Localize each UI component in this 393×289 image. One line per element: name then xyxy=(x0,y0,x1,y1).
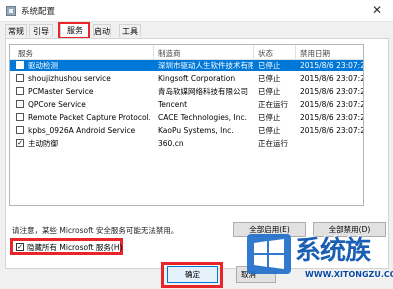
row-checkbox[interactable]: ✓ xyxy=(16,139,24,147)
row-manufacturer: 深圳市驱动人生软件技术有限... xyxy=(158,61,253,70)
row-service: kpbs_0926A Android Service xyxy=(28,126,136,135)
window-title: 系统配置 xyxy=(21,7,56,17)
row-status: 正在运行 xyxy=(258,100,288,109)
list-header: 服务 制造商 状态 禁用日期 xyxy=(10,45,363,60)
table-row[interactable]: PCMaster Service 青岛软媒网络科技有限公司 已停止 2015/8/6 … xyxy=(10,86,363,97)
row-service: 驱动检测 xyxy=(28,61,58,70)
hide-microsoft-services-highlight: ✓ 隐藏所有 Microsoft 服务(H) xyxy=(10,238,123,255)
row-service: shoujizhushou service xyxy=(28,74,111,83)
row-checkbox[interactable] xyxy=(16,100,24,108)
tab-startup[interactable]: 启动 xyxy=(93,24,111,37)
row-checkbox[interactable] xyxy=(16,126,24,134)
watermark-name: 系统族 xyxy=(295,236,371,266)
row-manufacturer: Tencent xyxy=(158,100,188,109)
row-service: QPCore Service xyxy=(28,100,86,109)
row-date: 2015/8/6 23:07:22 xyxy=(300,113,364,122)
tab-boot[interactable]: 引导 xyxy=(29,24,53,37)
table-row[interactable]: Remote Packet Capture Protocol... CACE Te… xyxy=(10,112,363,123)
row-manufacturer: 青岛软媒网络科技有限公司 xyxy=(158,87,248,96)
title-bar: 系统配置 ✕ xyxy=(0,0,393,22)
row-date: 2015/8/6 23:07:22 xyxy=(300,74,364,83)
column-service[interactable]: 服务 xyxy=(18,48,33,59)
table-row[interactable]: 驱动检测 深圳市驱动人生软件技术有限... 已停止 2015/8/6 23:07:22 xyxy=(10,60,363,71)
column-disabled-date[interactable]: 禁用日期 xyxy=(300,48,330,59)
row-status: 已停止 xyxy=(258,74,281,83)
tab-tools[interactable]: 工具 xyxy=(119,24,141,37)
watermark: 系统族 WWW.XITONGZU.COM xyxy=(247,230,393,289)
row-status: 已停止 xyxy=(258,87,281,96)
row-manufacturer: KaoPu Systems, Inc. xyxy=(158,126,234,135)
row-manufacturer: Kingsoft Corporation xyxy=(158,74,236,83)
row-service: 主动防御 xyxy=(28,139,58,148)
row-service: Remote Packet Capture Protocol... xyxy=(28,113,150,122)
services-tab-highlight xyxy=(58,22,90,39)
services-list[interactable]: 服务 制造商 状态 禁用日期 驱动检测 深圳市驱动人生软件技术有限... 已停止 20… xyxy=(9,44,364,206)
table-row[interactable]: kpbs_0926A Android Service KaoPu Systems,… xyxy=(10,125,363,136)
row-status: 已停止 xyxy=(258,113,281,122)
row-checkbox[interactable] xyxy=(16,87,24,95)
row-date: 2015/8/6 23:07:22 xyxy=(300,61,364,70)
security-note: 请注意，某些 Microsoft 安全服务可能无法禁用。 xyxy=(12,226,179,235)
row-checkbox[interactable] xyxy=(16,113,24,121)
row-status: 正在运行 xyxy=(258,139,288,148)
column-status[interactable]: 状态 xyxy=(258,48,273,59)
tab-general[interactable]: 常规 xyxy=(5,24,27,37)
row-date: 2015/8/6 23:07:22 xyxy=(300,87,364,96)
watermark-url: WWW.XITONGZU.COM xyxy=(305,270,393,279)
ok-button[interactable]: 确定 xyxy=(167,266,218,283)
table-row[interactable]: shoujizhushou service Kingsoft Corporatio… xyxy=(10,73,363,84)
row-status: 已停止 xyxy=(258,61,281,70)
row-date: 2015/8/6 23:07:22 xyxy=(300,126,364,135)
row-status: 已停止 xyxy=(258,126,281,135)
close-button[interactable]: ✕ xyxy=(369,2,385,18)
hide-microsoft-services-label[interactable]: 隐藏所有 Microsoft 服务(H) xyxy=(27,242,122,253)
row-checkbox[interactable] xyxy=(16,74,24,82)
row-checkbox[interactable] xyxy=(16,61,24,69)
row-manufacturer: 360.cn xyxy=(158,139,184,148)
windows-logo-icon xyxy=(247,234,291,274)
column-manufacturer[interactable]: 制造商 xyxy=(158,48,181,59)
hide-microsoft-services-checkbox[interactable]: ✓ xyxy=(16,243,24,251)
table-row[interactable]: ✓ 主动防御 360.cn 正在运行 xyxy=(10,138,363,149)
table-row[interactable]: QPCore Service Tencent 正在运行 2015/8/6 23:07:… xyxy=(10,99,363,110)
row-date: 2015/8/6 23:07:22 xyxy=(300,100,364,109)
row-service: PCMaster Service xyxy=(28,87,94,96)
row-manufacturer: CACE Technologies, Inc. xyxy=(158,113,248,122)
system-config-icon xyxy=(6,6,16,16)
